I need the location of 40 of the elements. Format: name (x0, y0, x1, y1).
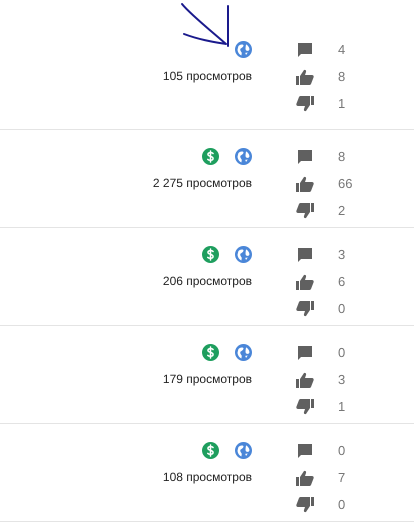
like-count: 8 (338, 69, 346, 84)
like-count: 7 (338, 470, 346, 485)
like-count: 3 (338, 372, 346, 387)
comment-count: 3 (338, 247, 346, 262)
comment-icon (296, 148, 314, 164)
dislike-count: 1 (338, 399, 346, 414)
comment-count: 0 (338, 443, 346, 458)
comment-icon (296, 246, 314, 262)
thumbs-down-icon (296, 496, 314, 512)
thumbs-up-icon (296, 470, 314, 486)
comment-icon (296, 42, 314, 58)
like-count: 66 (338, 176, 352, 191)
thumbs-up-icon (296, 274, 314, 290)
comment-count: 8 (338, 149, 346, 164)
globe-icon (235, 148, 252, 165)
view-count: 179 просмотров (162, 371, 252, 388)
comment-count: 4 (338, 42, 346, 57)
view-count: 108 просмотров (162, 469, 252, 486)
thumbs-up-icon (296, 176, 314, 192)
thumbs-up-icon (296, 372, 314, 388)
thumbs-up-icon (296, 68, 314, 84)
thumbs-down-icon (296, 398, 314, 414)
globe-icon (235, 344, 252, 361)
globe-icon (235, 41, 252, 58)
comment-icon (296, 344, 314, 360)
comment-count: 0 (338, 345, 346, 360)
globe-icon (235, 246, 252, 263)
thumbs-down-icon (296, 300, 314, 316)
thumbs-down-icon (296, 202, 314, 218)
dislike-count: 2 (338, 203, 346, 218)
like-count: 6 (338, 274, 346, 289)
dislike-count: 1 (338, 96, 346, 111)
globe-icon (235, 442, 252, 459)
view-count: 2 275 просмотров (152, 175, 252, 192)
dislike-count: 0 (338, 497, 346, 512)
view-count: 206 просмотров (162, 273, 252, 290)
thumbs-down-icon (296, 96, 314, 112)
comment-icon (296, 442, 314, 458)
view-count: 105 просмотров (162, 68, 252, 85)
dislike-count: 0 (338, 301, 346, 316)
